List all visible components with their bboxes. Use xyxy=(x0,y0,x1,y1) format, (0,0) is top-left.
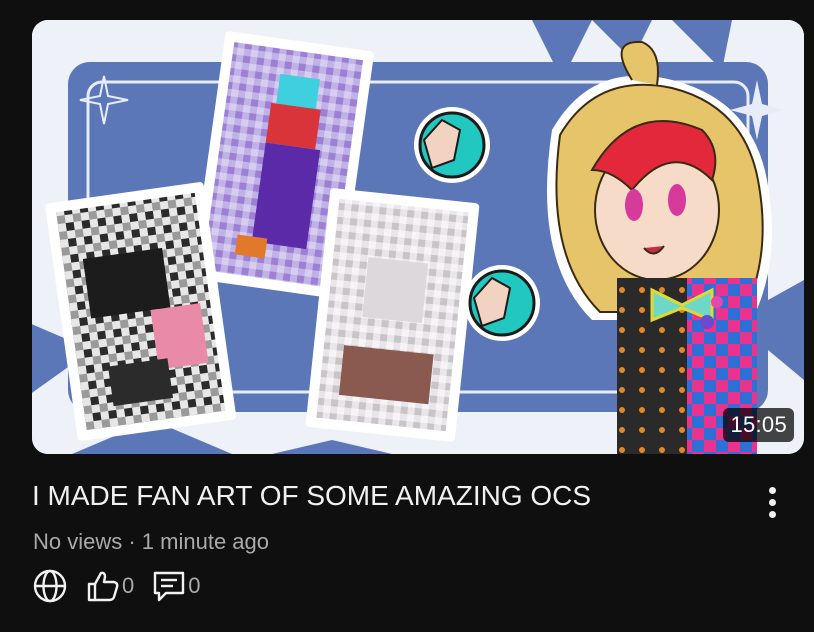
thumbs-up-icon xyxy=(87,571,119,602)
video-duration: 15:05 xyxy=(723,408,794,442)
more-dot xyxy=(768,510,776,518)
thumbnail-artwork xyxy=(32,20,804,454)
video-meta: No views · 1 minute ago xyxy=(33,529,269,554)
like-count: 0 xyxy=(122,573,135,598)
comment-button[interactable]: 0 xyxy=(152,568,201,604)
video-thumbnail[interactable]: 15:05 xyxy=(32,20,804,454)
video-actions: 0 0 xyxy=(32,568,219,604)
more-dot xyxy=(768,498,776,506)
comment-icon xyxy=(154,571,185,602)
globe-icon xyxy=(33,569,67,603)
more-vertical-icon xyxy=(768,486,776,494)
video-card: 15:05 I MADE FAN ART OF SOME AMAZING OCS… xyxy=(0,0,814,632)
more-actions-button[interactable] xyxy=(754,484,790,520)
visibility-button[interactable] xyxy=(32,568,68,604)
like-button[interactable]: 0 xyxy=(86,568,134,604)
comment-count: 0 xyxy=(188,573,201,598)
video-title[interactable]: I MADE FAN ART OF SOME AMAZING OCS xyxy=(32,478,732,514)
